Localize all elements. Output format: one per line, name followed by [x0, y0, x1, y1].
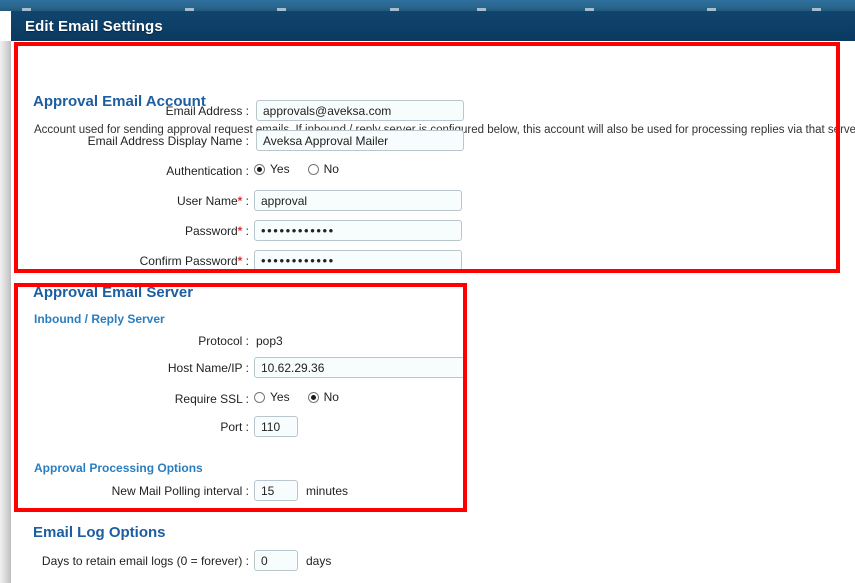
subsection-heading-inbound-reply-server: Inbound / Reply Server	[34, 312, 165, 326]
email-display-name-input[interactable]	[256, 130, 464, 151]
label-confirm-password-text: Confirm Password	[140, 254, 238, 268]
days-to-retain-email-logs-input[interactable]	[254, 550, 298, 571]
confirm-password-input[interactable]	[254, 250, 462, 271]
retention-unit: days	[306, 554, 331, 568]
require-ssl-option-no[interactable]: No	[308, 390, 339, 404]
subsection-heading-approval-processing-options: Approval Processing Options	[34, 461, 203, 475]
password-input[interactable]	[254, 220, 462, 241]
protocol-value: pop3	[256, 334, 283, 348]
label-password-text: Password	[185, 224, 238, 238]
host-name-ip-input[interactable]	[254, 357, 465, 378]
require-ssl-radio-group[interactable]: Yes No	[254, 390, 357, 404]
authentication-option-yes-label: Yes	[270, 162, 290, 176]
radio-checked-icon	[308, 392, 319, 403]
left-gutter	[0, 41, 11, 583]
require-ssl-option-yes-label: Yes	[270, 390, 290, 404]
section-heading-email-log-options: Email Log Options	[33, 524, 166, 541]
label-authentication: Authentication :	[31, 164, 249, 178]
authentication-radio-group[interactable]: Yes No	[254, 162, 357, 176]
label-user-name: User Name* :	[31, 194, 249, 208]
label-confirm-password: Confirm Password* :	[31, 254, 249, 268]
label-confirm-password-suffix: :	[242, 254, 249, 268]
user-name-input[interactable]	[254, 190, 462, 211]
label-user-name-suffix: :	[242, 194, 249, 208]
port-input[interactable]	[254, 416, 298, 437]
label-password: Password* :	[31, 224, 249, 238]
settings-form: Approval Email Account Account used for …	[11, 41, 855, 583]
label-email-display-name: Email Address Display Name :	[31, 134, 249, 148]
page-title: Edit Email Settings	[25, 18, 163, 35]
authentication-option-yes[interactable]: Yes	[254, 162, 290, 176]
radio-unchecked-icon	[254, 392, 265, 403]
radio-unchecked-icon	[308, 164, 319, 175]
label-protocol: Protocol :	[31, 334, 249, 348]
radio-checked-icon	[254, 164, 265, 175]
page-title-bar: Edit Email Settings	[11, 11, 855, 41]
label-days-to-retain-email-logs: Days to retain email logs (0 = forever) …	[31, 554, 249, 568]
label-require-ssl: Require SSL :	[31, 392, 249, 406]
label-new-mail-polling-interval: New Mail Polling interval :	[31, 484, 249, 498]
require-ssl-option-yes[interactable]: Yes	[254, 390, 290, 404]
new-mail-polling-interval-input[interactable]	[254, 480, 298, 501]
label-port: Port :	[31, 420, 249, 434]
require-ssl-option-no-label: No	[324, 390, 339, 404]
authentication-option-no-label: No	[324, 162, 339, 176]
authentication-option-no[interactable]: No	[308, 162, 339, 176]
polling-interval-unit: minutes	[306, 484, 348, 498]
section-heading-approval-email-server: Approval Email Server	[33, 284, 193, 301]
label-user-name-text: User Name	[177, 194, 238, 208]
label-email-address: Email Address :	[31, 104, 249, 118]
label-host-name-ip: Host Name/IP :	[31, 361, 249, 375]
label-password-suffix: :	[242, 224, 249, 238]
top-navigation-strip[interactable]	[0, 0, 855, 11]
email-address-input[interactable]	[256, 100, 464, 121]
